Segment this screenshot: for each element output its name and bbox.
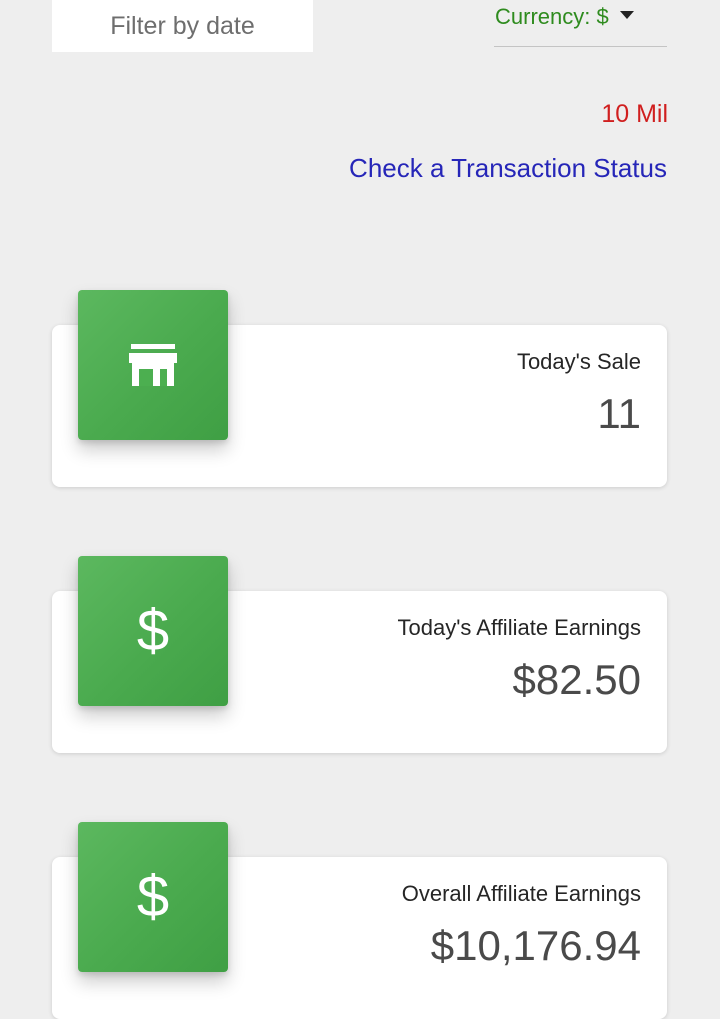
dollar-icon: $ xyxy=(78,556,228,706)
limit-notice: 10 Mil xyxy=(601,100,668,128)
stat-title: Today's Affiliate Earnings xyxy=(397,615,642,640)
store-icon-glyph xyxy=(129,344,177,386)
currency-dropdown[interactable]: Currency: $ xyxy=(494,0,667,47)
caret-down-icon xyxy=(619,11,634,19)
stat-value: $82.50 xyxy=(512,656,641,703)
dollar-icon: $ xyxy=(78,822,228,972)
currency-label: Currency: $ xyxy=(495,4,609,29)
check-transaction-status-link[interactable]: Check a Transaction Status xyxy=(349,151,667,185)
stat-value: 11 xyxy=(597,390,641,437)
filter-by-date-field[interactable] xyxy=(52,0,313,52)
stat-value: $10,176.94 xyxy=(430,922,641,969)
stat-title: Overall Affiliate Earnings xyxy=(401,881,641,906)
filter-by-date-input[interactable] xyxy=(52,0,313,52)
dollar-glyph: $ xyxy=(136,598,170,663)
stat-title: Today's Sale xyxy=(516,349,641,374)
store-icon xyxy=(78,290,228,440)
dollar-glyph: $ xyxy=(136,864,170,929)
